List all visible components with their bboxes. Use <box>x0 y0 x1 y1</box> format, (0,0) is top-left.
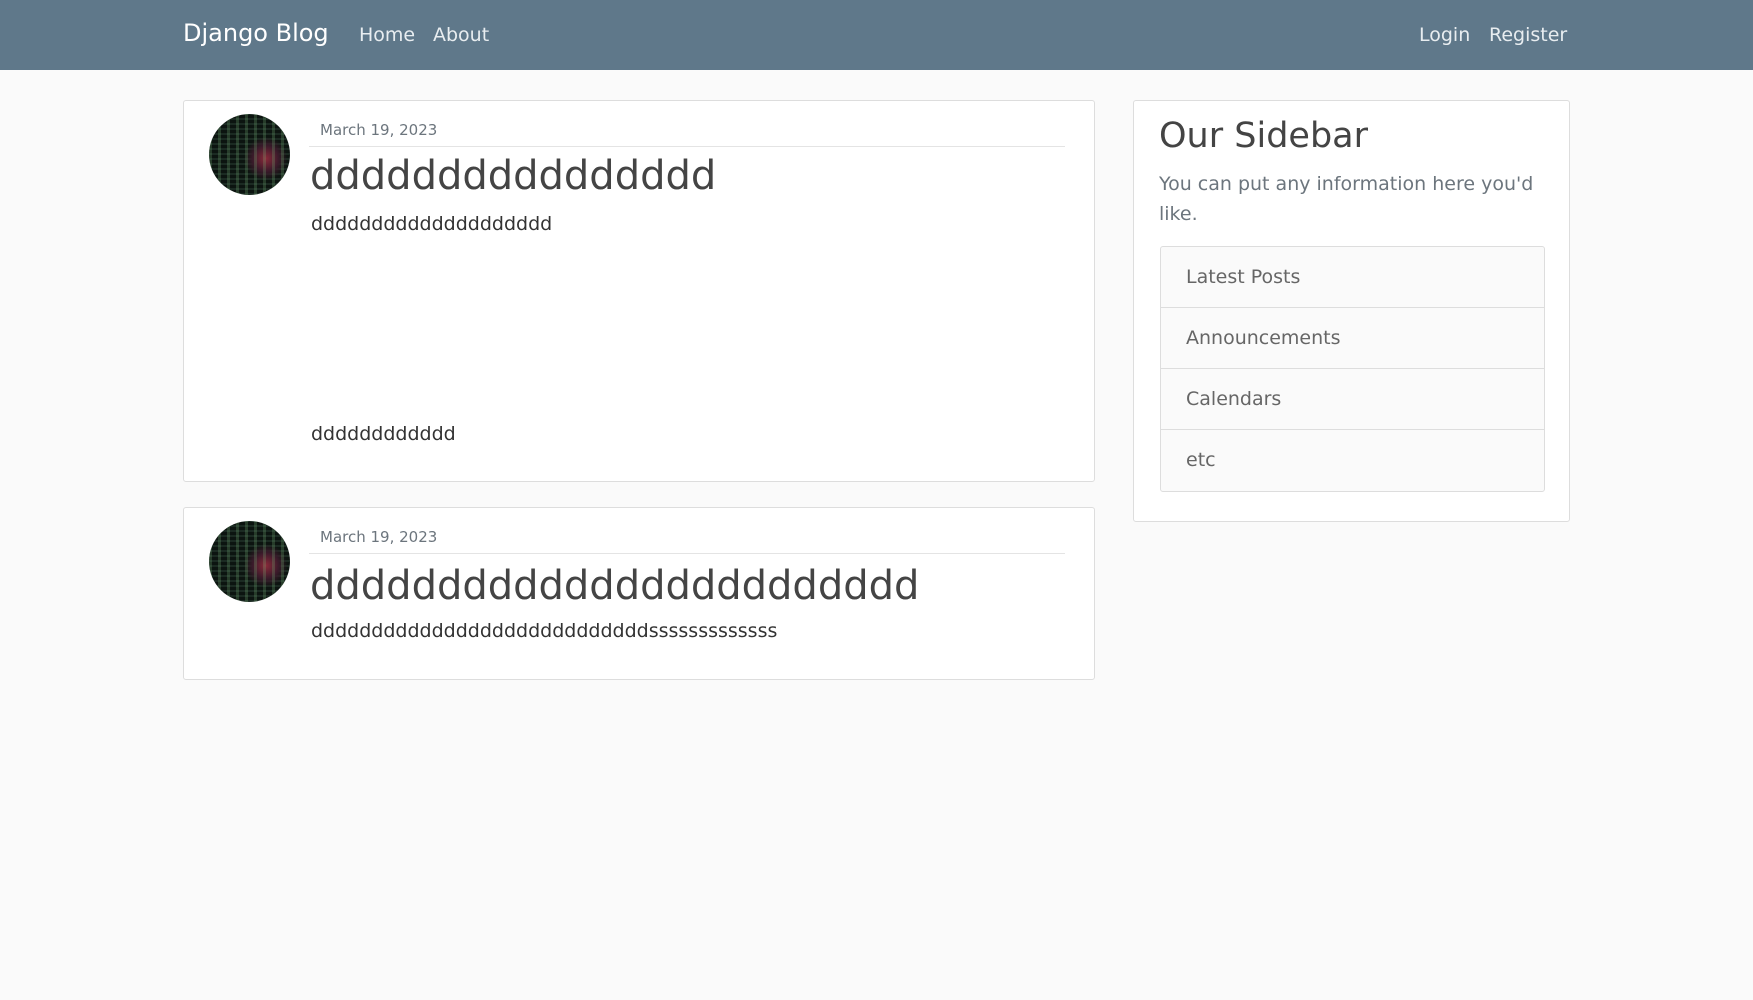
post-content-line: ddddddddddddddddddddddddddddssssssssssss… <box>311 620 778 642</box>
sidebar-item-announcements[interactable]: Announcements <box>1161 308 1544 369</box>
post-card: March 19, 2023 dddddddddddddddd dddddddd… <box>183 100 1095 482</box>
nav-about-link[interactable]: About <box>433 24 489 46</box>
sidebar-title: Our Sidebar <box>1159 116 1368 156</box>
nav-register-link[interactable]: Register <box>1489 24 1567 46</box>
post-date: March 19, 2023 <box>320 121 438 139</box>
post-content-line: dddddddddddddddddddd <box>311 213 553 235</box>
post-date: March 19, 2023 <box>320 528 438 546</box>
nav-login-link[interactable]: Login <box>1419 24 1470 46</box>
sidebar-item-latest-posts[interactable]: Latest Posts <box>1161 247 1544 308</box>
author-avatar <box>209 521 290 602</box>
sidebar-list: Latest Posts Announcements Calendars etc <box>1160 246 1545 492</box>
author-avatar <box>209 114 290 195</box>
brand-link[interactable]: Django Blog <box>183 19 329 47</box>
sidebar-description: You can put any information here you'd l… <box>1159 173 1534 225</box>
post-content-line: dddddddddddd <box>311 423 456 445</box>
post-card: March 19, 2023 dddddddddddddddddddddddd … <box>183 507 1095 680</box>
post-meta: March 19, 2023 <box>309 528 1065 554</box>
nav-home-link[interactable]: Home <box>359 24 415 46</box>
post-title-link[interactable]: dddddddddddddddddddddddd <box>310 563 919 609</box>
top-navbar: Django Blog Home About Login Register <box>0 0 1753 70</box>
post-title-link[interactable]: dddddddddddddddd <box>310 153 716 199</box>
post-meta: March 19, 2023 <box>309 121 1065 147</box>
sidebar-card: Our Sidebar You can put any information … <box>1133 100 1570 522</box>
sidebar-item-calendars[interactable]: Calendars <box>1161 369 1544 430</box>
sidebar-item-etc[interactable]: etc <box>1161 430 1544 491</box>
